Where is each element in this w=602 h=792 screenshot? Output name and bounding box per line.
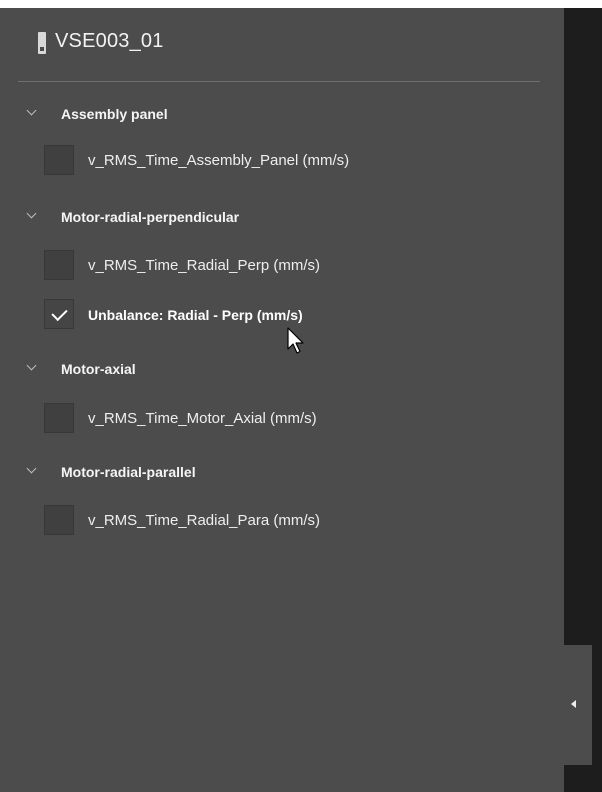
measurement-label: v_RMS_Time_Radial_Perp (mm/s) xyxy=(88,257,321,274)
checkbox[interactable] xyxy=(44,145,74,175)
measurement-item-motor-axial[interactable]: v_RMS_Time_Motor_Axial (mm/s) xyxy=(0,403,564,439)
group-motor-radial-parallel[interactable]: Motor-radial-parallel xyxy=(0,458,564,488)
group-label: Motor-radial-parallel xyxy=(61,464,196,480)
checkbox-checked[interactable] xyxy=(44,299,74,329)
checkbox[interactable] xyxy=(44,250,74,280)
group-label: Motor-radial-perpendicular xyxy=(61,209,240,225)
chevron-down-icon[interactable] xyxy=(26,208,37,219)
measurement-label: v_RMS_Time_Radial_Para (mm/s) xyxy=(88,512,321,529)
chevron-left-icon[interactable] xyxy=(571,700,576,708)
device-header: VSE003_01 xyxy=(0,8,564,88)
chevron-down-icon[interactable] xyxy=(26,105,37,116)
group-label: Assembly panel xyxy=(61,106,168,122)
measurement-label: v_RMS_Time_Motor_Axial (mm/s) xyxy=(88,410,317,427)
measurement-label: v_RMS_Time_Assembly_Panel (mm/s) xyxy=(88,152,350,169)
collapse-panel-button[interactable] xyxy=(564,645,592,765)
chevron-down-icon[interactable] xyxy=(26,463,37,474)
checkmark-icon xyxy=(51,304,68,322)
measurement-item-radial-perp[interactable]: v_RMS_Time_Radial_Perp (mm/s) xyxy=(0,250,564,286)
measurement-item-assembly-panel[interactable]: v_RMS_Time_Assembly_Panel (mm/s) xyxy=(0,145,564,181)
group-label: Motor-axial xyxy=(61,361,136,377)
measurement-item-radial-para[interactable]: v_RMS_Time_Radial_Para (mm/s) xyxy=(0,505,564,541)
group-motor-radial-perpendicular[interactable]: Motor-radial-perpendicular xyxy=(0,203,564,233)
group-motor-axial[interactable]: Motor-axial xyxy=(0,355,564,385)
header-divider xyxy=(18,81,540,82)
device-icon xyxy=(38,32,46,54)
group-assembly-panel[interactable]: Assembly panel xyxy=(0,100,564,130)
measurement-tree-panel: VSE003_01 Assembly panel v_RMS_Time_Asse… xyxy=(0,8,564,792)
checkbox[interactable] xyxy=(44,505,74,535)
device-title: VSE003_01 xyxy=(55,30,164,52)
chevron-down-icon[interactable] xyxy=(26,360,37,371)
checkbox[interactable] xyxy=(44,403,74,433)
measurement-label: Unbalance: Radial - Perp (mm/s) xyxy=(88,307,303,323)
measurement-item-unbalance-radial-perp[interactable]: Unbalance: Radial - Perp (mm/s) xyxy=(0,299,564,335)
